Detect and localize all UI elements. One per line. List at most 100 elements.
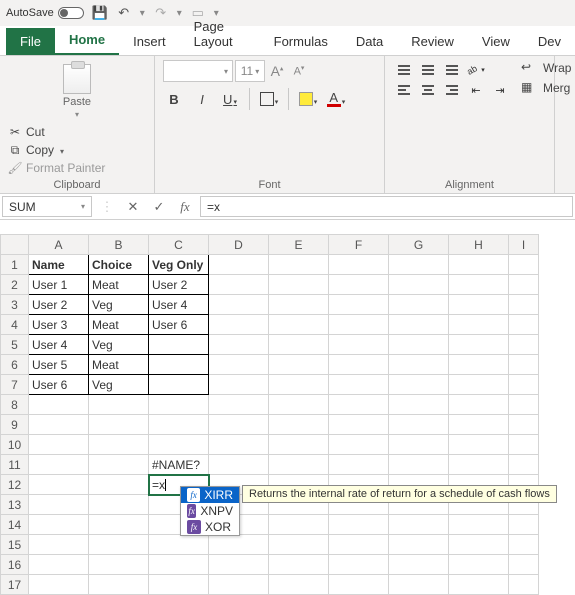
- cell[interactable]: [389, 515, 449, 535]
- row-header[interactable]: 15: [1, 535, 29, 555]
- cell[interactable]: [29, 435, 89, 455]
- align-bottom-button[interactable]: [441, 60, 463, 80]
- row-header[interactable]: 9: [1, 415, 29, 435]
- cell[interactable]: [449, 255, 509, 275]
- align-left-button[interactable]: [393, 80, 415, 100]
- cell[interactable]: [269, 535, 329, 555]
- cell[interactable]: [449, 275, 509, 295]
- row-header[interactable]: 13: [1, 495, 29, 515]
- cell[interactable]: [29, 395, 89, 415]
- cell[interactable]: Choice: [89, 255, 149, 275]
- tab-page-layout[interactable]: Page Layout: [180, 13, 260, 55]
- cell[interactable]: Meat: [89, 275, 149, 295]
- cancel-formula-button[interactable]: ✕: [124, 199, 142, 215]
- cell[interactable]: [329, 535, 389, 555]
- formula-autocomplete[interactable]: fxXIRR fxXNPV fxXOR: [180, 486, 240, 536]
- cell[interactable]: [509, 455, 539, 475]
- format-painter-button[interactable]: 🖌Format Painter: [8, 161, 146, 175]
- row-header[interactable]: 10: [1, 435, 29, 455]
- col-header-H[interactable]: H: [449, 235, 509, 255]
- cell[interactable]: [149, 555, 209, 575]
- row-header[interactable]: 2: [1, 275, 29, 295]
- wrap-text-button[interactable]: ↩Wrap: [521, 60, 571, 76]
- cell[interactable]: [509, 575, 539, 595]
- merge-center-button[interactable]: ▦Merg: [521, 80, 571, 96]
- cell[interactable]: [269, 375, 329, 395]
- cell[interactable]: [449, 395, 509, 415]
- autocomplete-item[interactable]: fxXNPV: [181, 503, 239, 519]
- align-top-button[interactable]: [393, 60, 415, 80]
- cell[interactable]: [209, 395, 269, 415]
- tab-data[interactable]: Data: [342, 28, 397, 55]
- cell[interactable]: [29, 515, 89, 535]
- cell[interactable]: [449, 575, 509, 595]
- align-middle-button[interactable]: [417, 60, 439, 80]
- italic-button[interactable]: I: [191, 88, 213, 110]
- cell[interactable]: [389, 275, 449, 295]
- cell[interactable]: Name: [29, 255, 89, 275]
- cell[interactable]: [209, 555, 269, 575]
- row-header[interactable]: 5: [1, 335, 29, 355]
- cell[interactable]: [269, 555, 329, 575]
- cell[interactable]: [329, 435, 389, 455]
- cell[interactable]: User 5: [29, 355, 89, 375]
- cell[interactable]: [329, 335, 389, 355]
- fill-color-button[interactable]: [297, 88, 319, 110]
- cell[interactable]: [209, 455, 269, 475]
- cell[interactable]: [329, 555, 389, 575]
- cell[interactable]: [449, 355, 509, 375]
- enter-formula-button[interactable]: ✓: [150, 199, 168, 215]
- cell[interactable]: [209, 275, 269, 295]
- cell[interactable]: [29, 555, 89, 575]
- cell[interactable]: [329, 415, 389, 435]
- cell[interactable]: User 6: [149, 315, 209, 335]
- cell[interactable]: [509, 315, 539, 335]
- cell[interactable]: [29, 575, 89, 595]
- cell[interactable]: [329, 255, 389, 275]
- cell[interactable]: [449, 315, 509, 335]
- cell[interactable]: [29, 475, 89, 495]
- cell[interactable]: [449, 515, 509, 535]
- cell[interactable]: Veg: [89, 295, 149, 315]
- cell[interactable]: [329, 575, 389, 595]
- cell[interactable]: [389, 355, 449, 375]
- cell[interactable]: [329, 275, 389, 295]
- cell[interactable]: [449, 295, 509, 315]
- cell[interactable]: [389, 555, 449, 575]
- insert-function-button[interactable]: fx: [176, 199, 194, 215]
- cell[interactable]: [509, 415, 539, 435]
- cell[interactable]: [389, 335, 449, 355]
- autocomplete-item[interactable]: fxXOR: [181, 519, 239, 535]
- row-header[interactable]: 11: [1, 455, 29, 475]
- cell[interactable]: Meat: [89, 355, 149, 375]
- cell[interactable]: [509, 355, 539, 375]
- cell[interactable]: [329, 295, 389, 315]
- font-color-button[interactable]: A: [325, 88, 347, 110]
- cell[interactable]: [29, 415, 89, 435]
- cell[interactable]: [269, 295, 329, 315]
- cell[interactable]: [149, 435, 209, 455]
- save-icon[interactable]: 💾: [92, 5, 108, 21]
- cell[interactable]: [389, 375, 449, 395]
- row-header[interactable]: 16: [1, 555, 29, 575]
- increase-indent-button[interactable]: ⇥: [489, 80, 511, 100]
- cell[interactable]: [269, 455, 329, 475]
- cell[interactable]: [269, 275, 329, 295]
- cell[interactable]: Veg Only: [149, 255, 209, 275]
- copy-button[interactable]: ⧉Copy: [8, 143, 146, 157]
- cell[interactable]: [329, 395, 389, 415]
- row-header[interactable]: 14: [1, 515, 29, 535]
- cell[interactable]: [209, 255, 269, 275]
- cell[interactable]: [149, 575, 209, 595]
- tab-file[interactable]: File: [6, 28, 55, 55]
- row-header[interactable]: 7: [1, 375, 29, 395]
- tab-insert[interactable]: Insert: [119, 28, 180, 55]
- cell[interactable]: [269, 355, 329, 375]
- cell[interactable]: Veg: [89, 335, 149, 355]
- cell[interactable]: [389, 575, 449, 595]
- cell[interactable]: [389, 315, 449, 335]
- font-size-select[interactable]: 11▾: [235, 60, 265, 82]
- cell[interactable]: [449, 335, 509, 355]
- align-right-button[interactable]: [441, 80, 463, 100]
- cell[interactable]: [89, 535, 149, 555]
